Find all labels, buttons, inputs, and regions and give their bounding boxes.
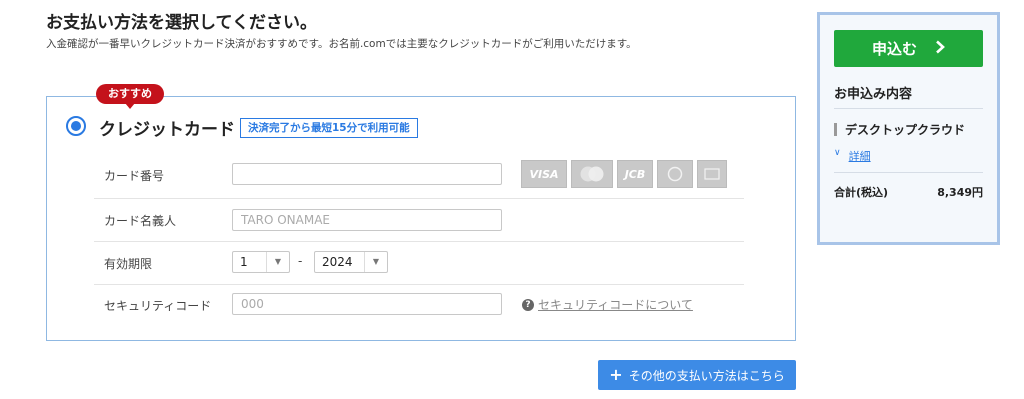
chevron-down-icon: ▼	[364, 252, 387, 272]
security-code-input[interactable]	[232, 293, 502, 315]
security-code-label: セキュリティコード	[104, 299, 212, 313]
detail-link[interactable]: 詳細	[849, 148, 871, 164]
jcb-logo-text: JCB	[624, 167, 646, 181]
product-marker	[834, 123, 837, 136]
expiry-separator: -	[298, 254, 303, 268]
card-number-input[interactable]	[232, 163, 502, 185]
availability-tag: 決済完了から最短15分で利用可能	[240, 118, 418, 138]
visa-logo: VISA	[521, 160, 567, 188]
apply-button[interactable]: 申込む	[834, 30, 983, 67]
chevron-down-icon: ∨	[834, 148, 841, 158]
product-name: デスクトップクラウド	[834, 121, 965, 138]
security-code-help[interactable]: ? セキュリティコードについて	[522, 296, 693, 313]
card-name-input[interactable]	[232, 209, 502, 231]
other-payment-methods-label: その他の支払い方法はこちら	[628, 368, 785, 383]
radio-selected-dot	[71, 121, 81, 131]
chevron-right-icon	[935, 40, 945, 58]
jcb-logo: JCB	[617, 160, 653, 188]
security-code-help-link[interactable]: セキュリティコードについて	[538, 296, 693, 313]
total-label: 合計(税込)	[834, 186, 889, 199]
product-name-text: デスクトップクラウド	[845, 123, 966, 137]
expiry-year-value: 2024	[322, 255, 353, 269]
amex-logo	[697, 160, 727, 188]
plus-icon: +	[609, 365, 623, 384]
row-divider	[94, 241, 744, 242]
summary-divider	[834, 172, 983, 173]
total-value: 8,349円	[937, 186, 983, 199]
expiry-label: 有効期限	[104, 257, 153, 271]
detail-toggle[interactable]: ∨ 詳細	[834, 148, 871, 164]
card-name-label: カード名義人	[104, 214, 177, 228]
apply-button-label: 申込む	[871, 40, 917, 58]
diners-circle-icon	[667, 166, 683, 182]
mastercard-logo	[571, 160, 613, 188]
expiry-month-select[interactable]: 1 ▼	[232, 251, 290, 273]
recommended-badge-tail	[125, 103, 135, 109]
recommended-badge: おすすめ	[96, 84, 164, 104]
diners-club-logo	[657, 160, 693, 188]
card-number-label: カード番号	[104, 169, 165, 183]
page-title: お支払い方法を選択してください。	[46, 13, 317, 33]
page-subtext: 入金確認が一番早いクレジットカード決済がおすすめです。お名前.comでは主要なク…	[46, 38, 637, 50]
summary-divider	[834, 108, 983, 109]
payment-method-title[interactable]: クレジットカード	[99, 115, 235, 140]
chevron-down-icon: ▼	[266, 252, 289, 272]
row-divider	[94, 198, 744, 199]
mastercard-circles-icon	[580, 166, 604, 182]
row-divider	[94, 284, 744, 285]
expiry-month-value: 1	[240, 255, 248, 269]
amex-box-icon	[704, 168, 720, 180]
order-summary-title: お申込み内容	[834, 87, 913, 102]
visa-logo-text: VISA	[529, 167, 559, 181]
other-payment-methods-button[interactable]: + その他の支払い方法はこちら	[598, 360, 796, 390]
question-icon: ?	[522, 298, 534, 311]
expiry-year-select[interactable]: 2024 ▼	[314, 251, 388, 273]
